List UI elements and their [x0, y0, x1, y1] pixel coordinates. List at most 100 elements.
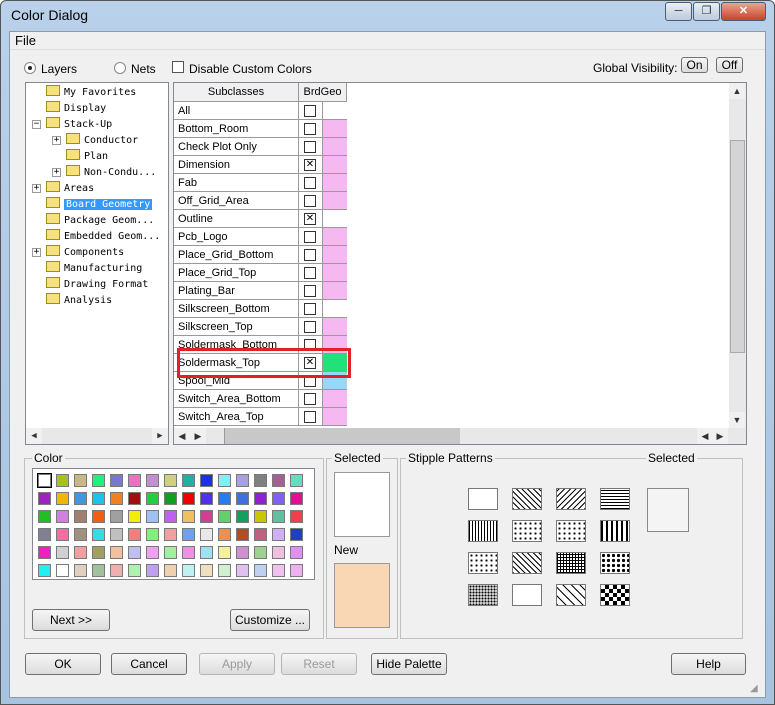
cancel-button[interactable]: Cancel	[111, 653, 187, 675]
customize-button[interactable]: Customize ...	[230, 609, 310, 631]
color-swatch[interactable]	[290, 510, 303, 523]
color-swatch[interactable]	[110, 474, 123, 487]
color-swatch[interactable]	[37, 473, 52, 488]
color-swatch[interactable]	[128, 564, 141, 577]
grid-row[interactable]: Fab	[174, 174, 347, 192]
color-cell[interactable]	[323, 156, 347, 174]
grid-vertical-scrollbar[interactable]: ▲ ▼	[729, 83, 746, 428]
global-off-button[interactable]: Off	[716, 57, 743, 73]
color-cell[interactable]	[323, 138, 347, 156]
color-swatch[interactable]	[56, 492, 69, 505]
stipple-pattern-swatch[interactable]	[556, 520, 586, 542]
tree-item[interactable]: Display	[46, 101, 106, 117]
tree-item[interactable]: Plan	[66, 149, 108, 165]
visibility-checkbox[interactable]	[304, 267, 316, 279]
tree-item[interactable]: Areas	[46, 181, 94, 197]
tree-expander-icon[interactable]: +	[52, 136, 61, 145]
stipple-pattern-swatch[interactable]	[600, 552, 630, 574]
visibility-checkbox[interactable]	[304, 141, 316, 153]
stipple-pattern-swatch[interactable]	[468, 520, 498, 542]
tree-item[interactable]: Embedded Geom...	[46, 229, 160, 245]
color-swatch[interactable]	[128, 528, 141, 541]
grid-row[interactable]: Outline ✕	[174, 210, 347, 228]
color-swatch[interactable]	[74, 528, 87, 541]
color-swatch[interactable]	[218, 546, 231, 559]
brdgeo-header[interactable]: BrdGeo	[299, 83, 347, 102]
menu-file[interactable]: File	[15, 33, 36, 48]
reset-button[interactable]: Reset	[281, 653, 357, 675]
visibility-checkbox[interactable]: ✕	[304, 213, 316, 225]
color-swatch[interactable]	[110, 528, 123, 541]
color-swatch[interactable]	[272, 528, 285, 541]
color-swatch[interactable]	[182, 528, 195, 541]
color-swatch[interactable]	[236, 546, 249, 559]
color-swatch[interactable]	[182, 564, 195, 577]
color-swatch[interactable]	[56, 564, 69, 577]
tree-item[interactable]: Drawing Format	[46, 277, 148, 293]
layers-radio[interactable]	[24, 62, 36, 74]
next-button[interactable]: Next >>	[32, 609, 110, 631]
color-swatch[interactable]	[200, 528, 213, 541]
grid-row[interactable]: Plating_Bar	[174, 282, 347, 300]
grid-row[interactable]: Place_Grid_Top	[174, 264, 347, 282]
color-swatch[interactable]	[146, 564, 159, 577]
hide-palette-button[interactable]: Hide Palette	[371, 653, 447, 675]
scroll-thumb[interactable]	[224, 428, 460, 444]
color-swatch[interactable]	[164, 492, 177, 505]
color-swatch[interactable]	[164, 546, 177, 559]
color-swatch[interactable]	[290, 492, 303, 505]
color-swatch[interactable]	[56, 474, 69, 487]
color-swatch[interactable]	[254, 510, 267, 523]
color-swatch[interactable]	[236, 474, 249, 487]
color-swatch[interactable]	[56, 510, 69, 523]
grid-row[interactable]: All	[174, 102, 347, 120]
color-swatch[interactable]	[200, 492, 213, 505]
color-swatch[interactable]	[254, 528, 267, 541]
scroll-down-arrow[interactable]: ▼	[729, 412, 745, 428]
color-cell[interactable]	[323, 192, 347, 210]
color-swatch[interactable]	[164, 474, 177, 487]
visibility-checkbox[interactable]	[304, 285, 316, 297]
visibility-checkbox[interactable]: ✕	[304, 159, 316, 171]
color-swatch[interactable]	[128, 474, 141, 487]
apply-button[interactable]: Apply	[199, 653, 275, 675]
color-swatch[interactable]	[146, 492, 159, 505]
color-swatch[interactable]	[38, 510, 51, 523]
color-swatch[interactable]	[38, 564, 51, 577]
disable-custom-colors-checkbox[interactable]	[172, 61, 184, 73]
tree-item[interactable]: Non-Condu...	[66, 165, 156, 181]
color-swatch[interactable]	[38, 492, 51, 505]
color-swatch[interactable]	[74, 564, 87, 577]
color-swatch[interactable]	[110, 546, 123, 559]
maximize-button[interactable]: ❐	[693, 2, 720, 21]
stipple-pattern-swatch[interactable]	[512, 584, 542, 606]
color-swatch[interactable]	[200, 474, 213, 487]
color-swatch[interactable]	[182, 510, 195, 523]
scroll-left-arrow[interactable]: ◀	[697, 428, 713, 444]
color-swatch[interactable]	[92, 510, 105, 523]
tree-expander-icon[interactable]: +	[32, 248, 41, 257]
color-swatch[interactable]	[164, 564, 177, 577]
grid-row[interactable]: Silkscreen_Bottom	[174, 300, 347, 318]
color-swatch[interactable]	[146, 474, 159, 487]
grid-row[interactable]: Off_Grid_Area	[174, 192, 347, 210]
resize-grip-icon[interactable]: ◢	[750, 683, 762, 695]
color-swatch[interactable]	[182, 474, 195, 487]
tree-item[interactable]: Package Geom...	[46, 213, 154, 229]
color-swatch[interactable]	[164, 528, 177, 541]
color-swatch[interactable]	[146, 528, 159, 541]
color-swatch[interactable]	[128, 546, 141, 559]
color-cell[interactable]	[323, 174, 347, 192]
class-tree[interactable]: ◀ ▶ My Favorites Display − Stack-Up + Conduct…	[25, 82, 169, 445]
color-swatch[interactable]	[38, 528, 51, 541]
stipple-pattern-swatch[interactable]	[556, 488, 586, 510]
grid-row[interactable]: Switch_Area_Top	[174, 408, 347, 426]
color-swatch[interactable]	[200, 564, 213, 577]
color-cell[interactable]	[323, 408, 347, 426]
color-swatch[interactable]	[218, 492, 231, 505]
color-swatch[interactable]	[92, 564, 105, 577]
visibility-checkbox[interactable]	[304, 321, 316, 333]
tree-expander-icon[interactable]: −	[32, 120, 41, 129]
stipple-pattern-swatch[interactable]	[556, 552, 586, 574]
color-cell[interactable]	[323, 228, 347, 246]
